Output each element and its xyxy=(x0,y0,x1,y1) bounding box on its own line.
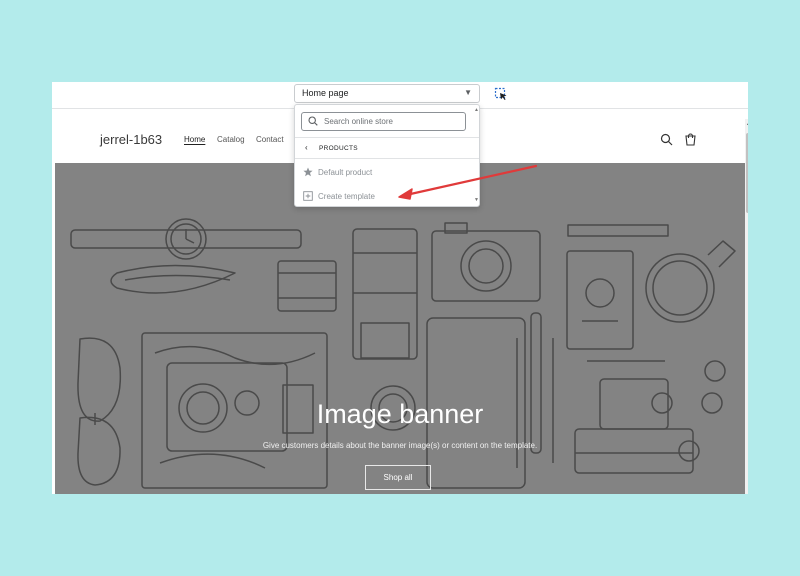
search-placeholder: Search online store xyxy=(324,117,393,126)
store-name[interactable]: jerrel-1b63 xyxy=(100,132,162,147)
banner-description: Give customers details about the banner … xyxy=(262,441,538,450)
scroll-up-arrow-icon[interactable]: ▲ xyxy=(474,107,479,113)
image-banner: Image banner Give customers details abou… xyxy=(55,163,745,494)
shop-all-button[interactable]: Shop all xyxy=(365,465,431,490)
search-online-store-input[interactable]: Search online store xyxy=(301,112,466,131)
search-icon[interactable] xyxy=(660,133,673,146)
add-template-icon xyxy=(303,191,313,201)
nav-catalog[interactable]: Catalog xyxy=(217,135,245,144)
search-icon xyxy=(308,116,318,126)
divider xyxy=(295,137,479,138)
scroll-down-arrow-icon[interactable]: ▼ xyxy=(474,197,479,203)
page-select-dropdown: Search online store ‹ PRODUCTS Default p… xyxy=(294,104,480,207)
nav-contact[interactable]: Contact xyxy=(256,135,284,144)
page-select-value: Home page xyxy=(302,88,349,98)
star-icon xyxy=(303,167,313,177)
cart-icon[interactable] xyxy=(684,133,697,146)
page-template-select[interactable]: Home page ▼ xyxy=(294,84,480,103)
scroll-up-arrow-icon[interactable]: ▲ xyxy=(746,121,748,127)
dropdown-scrollbar[interactable]: ▲ ▼ xyxy=(473,105,479,206)
divider xyxy=(295,158,479,159)
theme-editor-window: Home page ▼ jerrel-1b63 Home Catalog Con… xyxy=(52,82,748,494)
section-label-products: PRODUCTS xyxy=(319,145,358,152)
menu-item-create-template[interactable]: Create template xyxy=(295,186,475,206)
inspector-icon xyxy=(494,87,507,100)
caret-down-icon: ▼ xyxy=(464,88,472,97)
back-chevron-icon[interactable]: ‹ xyxy=(305,143,308,152)
menu-item-label: Create template xyxy=(318,192,375,201)
nav-home[interactable]: Home xyxy=(184,135,205,144)
preview-scrollbar-thumb[interactable] xyxy=(746,133,748,213)
preview-scrollbar[interactable] xyxy=(745,119,748,494)
menu-item-label: Default product xyxy=(318,168,373,177)
banner-title: Image banner xyxy=(316,399,484,429)
inspector-toggle-button[interactable] xyxy=(494,87,508,101)
menu-item-default-product[interactable]: Default product xyxy=(295,162,475,182)
